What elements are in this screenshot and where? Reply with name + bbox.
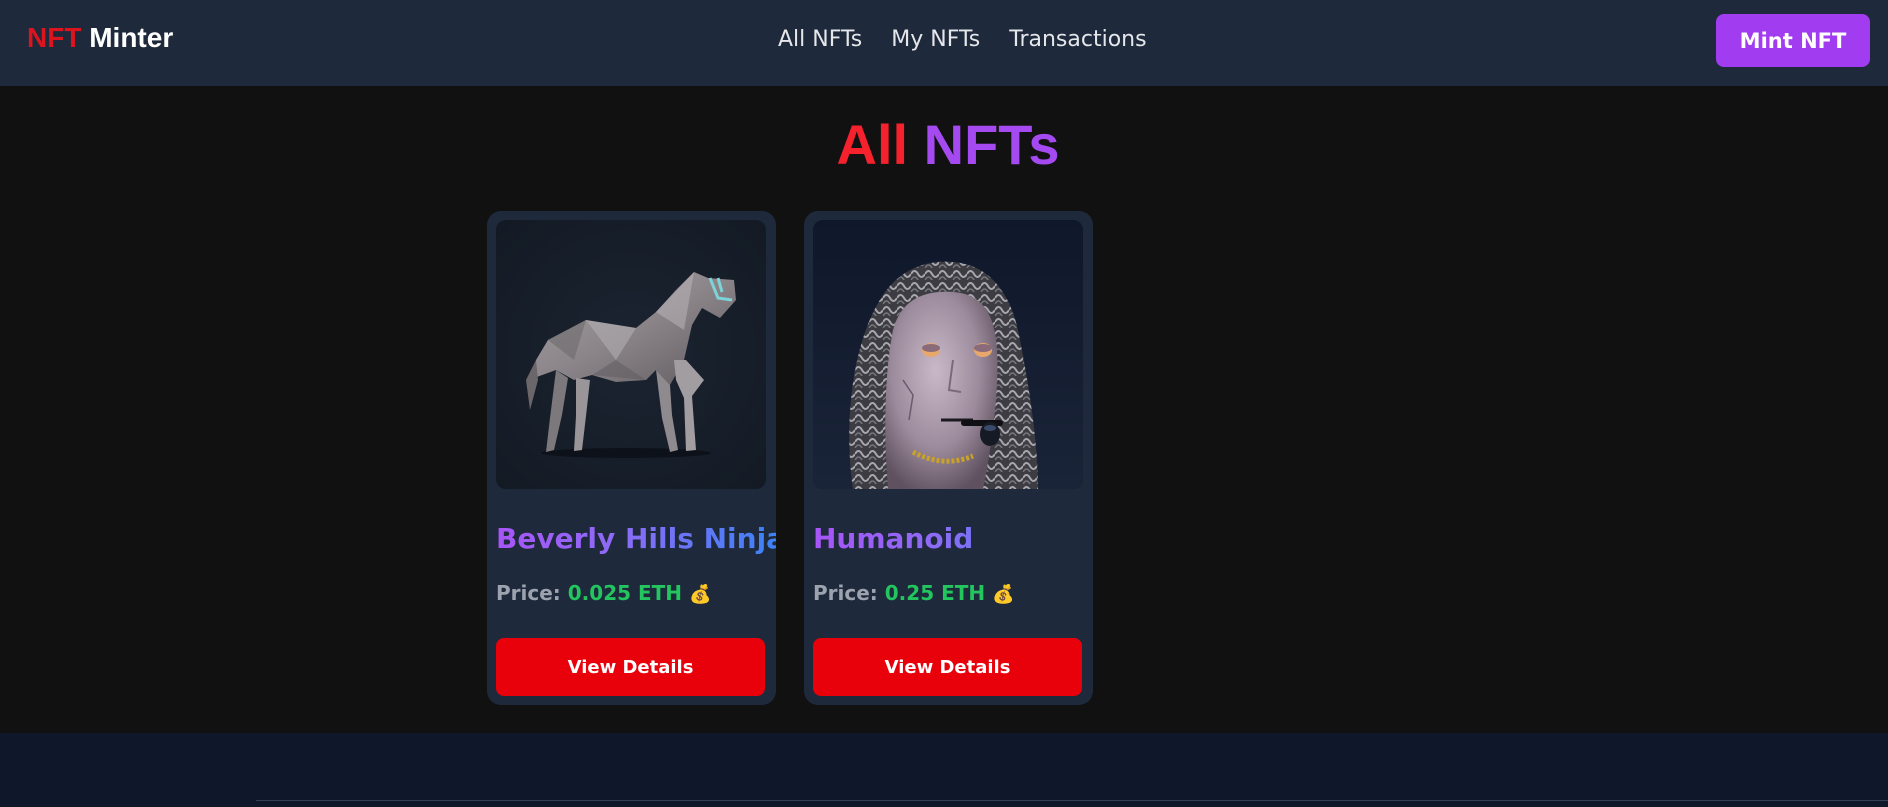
navbar: NFT Minter All NFTs My NFTs Transactions… [0,0,1888,86]
view-details-button[interactable]: View Details [496,638,765,696]
nft-image-humanoid[interactable] [813,220,1083,489]
nav-link-my-nfts[interactable]: My NFTs [891,27,980,52]
mint-nft-button[interactable]: Mint NFT [1716,14,1870,67]
nft-title: Beverly Hills Ninja [496,522,786,555]
price-label: Price: [813,581,878,605]
nft-card: Beverly Hills Ninja Price: 0.025 ETH 💰 V… [487,211,786,705]
nft-price: Price: 0.025 ETH 💰 [496,581,711,605]
nft-price: Price: 0.25 ETH 💰 [813,581,1015,605]
nav-link-transactions[interactable]: Transactions [1009,27,1146,52]
hooded-robot-head-icon [813,220,1083,489]
logo[interactable]: NFT Minter [27,22,173,54]
view-details-button[interactable]: View Details [813,638,1082,696]
page-title-part2: NFTs [923,113,1060,176]
price-label: Price: [496,581,561,605]
money-bag-icon: 💰 [689,584,712,605]
nav-link-all-nfts[interactable]: All NFTs [778,27,862,52]
money-bag-icon: 💰 [992,584,1015,605]
logo-nft: NFT [27,22,82,53]
nft-image-horse[interactable] [496,220,766,489]
low-poly-horse-icon [496,220,766,489]
price-value: 0.25 ETH [884,581,986,605]
nft-card: Humanoid Price: 0.25 ETH 💰 View Details [804,211,1093,705]
footer [0,733,1888,807]
nav-links: All NFTs My NFTs Transactions [778,27,1147,52]
page-title-part1: All [836,113,909,176]
nft-title: Humanoid [813,522,1093,555]
footer-divider [256,800,1888,801]
page-title: All NFTs [0,112,1888,177]
logo-minter: Minter [89,22,174,53]
price-value: 0.025 ETH [567,581,683,605]
